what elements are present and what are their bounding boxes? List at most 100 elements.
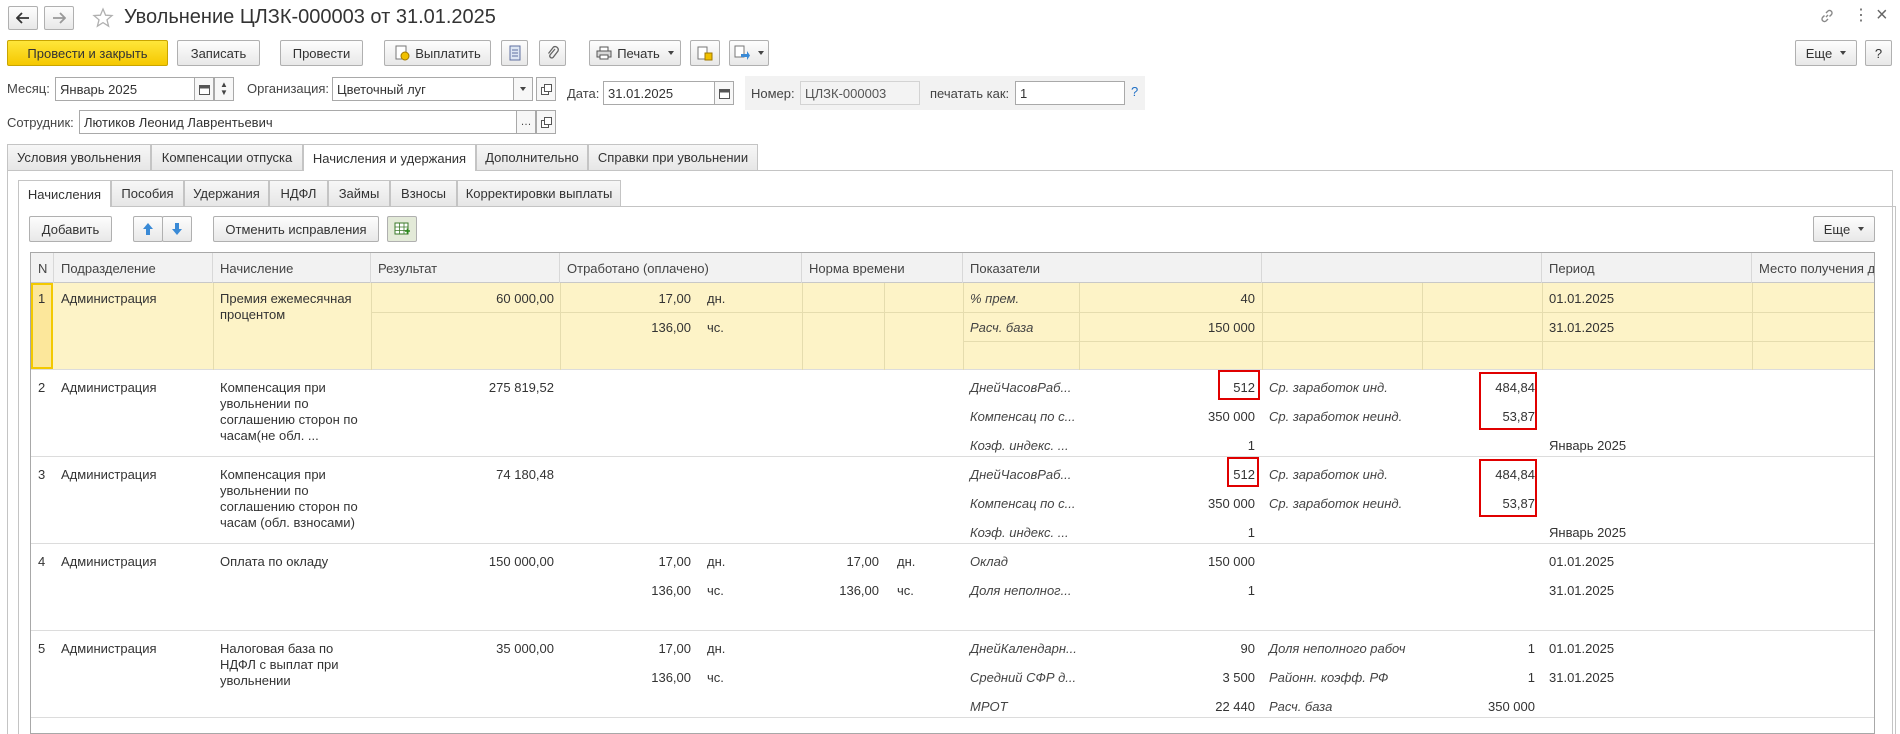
close-icon[interactable]: × [1876, 5, 1888, 25]
post-and-close-button[interactable]: Провести и закрыть [7, 40, 168, 66]
row-result: 60 000,00 [496, 291, 554, 306]
column-header-period[interactable]: Период [1542, 253, 1752, 283]
table-row[interactable]: 3 Администрация Компенсация при увольнен… [31, 457, 1874, 544]
print-button-label: Печать [617, 45, 660, 61]
report-button[interactable] [501, 40, 528, 66]
row-number: 2 [38, 380, 46, 395]
subtab-deductions[interactable]: Удержания [184, 180, 269, 206]
table-row[interactable]: 4 Администрация Оплата по окладу 150 000… [31, 544, 1874, 631]
date-calendar-button[interactable] [714, 81, 734, 105]
print-as-label: печатать как: [930, 86, 1010, 101]
add-button[interactable]: Добавить [29, 216, 112, 242]
organization-dropdown[interactable] [513, 77, 533, 101]
column-header-norm[interactable]: Норма времени [802, 253, 963, 283]
tab-additional[interactable]: Дополнительно [476, 144, 588, 170]
help-button[interactable]: ? [1865, 40, 1892, 66]
tab-vacation-compensation[interactable]: Компенсации отпуска [151, 144, 303, 170]
print-button[interactable]: Печать [589, 40, 681, 66]
document-structure-icon [697, 46, 713, 61]
attach-button[interactable] [539, 40, 566, 66]
favorite-star-icon[interactable] [92, 7, 114, 29]
tab-accruals-deductions[interactable]: Начисления и удержания [303, 144, 476, 171]
organization-field[interactable]: Цветочный луг [332, 77, 514, 101]
tab-dismissal-conditions[interactable]: Условия увольнения [7, 144, 151, 170]
subtab-benefits[interactable]: Пособия [111, 180, 184, 206]
row-period: 01.01.2025 [1549, 554, 1615, 569]
month-field[interactable]: Январь 2025 [55, 77, 195, 101]
row-period: 31.01.2025 [1549, 670, 1615, 685]
calendar-button[interactable] [194, 77, 214, 101]
date-label: Дата: [567, 86, 600, 101]
row-result: 275 819,52 [488, 380, 554, 395]
forward-button[interactable] [44, 6, 74, 30]
subtab-loans[interactable]: Займы [328, 180, 390, 206]
subtab-payment-corrections[interactable]: Корректировки выплаты [457, 180, 621, 206]
move-down-button[interactable] [162, 216, 192, 242]
column-header-result[interactable]: Результат [371, 253, 560, 283]
column-header-accrual[interactable]: Начисление [213, 253, 371, 283]
table-row[interactable]: 2 Администрация Компенсация при увольнен… [31, 370, 1874, 457]
row-period: 31.01.2025 [1549, 320, 1615, 335]
highlight-box [1227, 457, 1259, 487]
row-indicator-value: 350 000 [1488, 699, 1535, 714]
row-worked-unit: чс. [707, 670, 724, 685]
column-header-indicators[interactable]: Показатели [963, 253, 1262, 283]
organization-open-button[interactable] [536, 77, 556, 101]
row-norm-unit: дн. [897, 554, 916, 569]
column-header-department[interactable]: Подразделение [54, 253, 213, 283]
column-header-indicators-2[interactable] [1262, 253, 1542, 283]
row-worked-unit: дн. [707, 554, 726, 569]
move-up-button[interactable] [133, 216, 163, 242]
post-button[interactable]: Провести [280, 40, 363, 66]
employee-field[interactable]: Лютиков Леонид Лаврентьевич [79, 110, 517, 134]
row-worked-unit: чс. [707, 320, 724, 335]
help-hint-icon[interactable]: ? [1131, 84, 1138, 99]
more-button[interactable]: Еще [1795, 40, 1857, 66]
row-period: 01.01.2025 [1549, 291, 1615, 306]
row-indicator-name: Районн. коэфф. РФ [1269, 670, 1389, 685]
cancel-corrections-button[interactable]: Отменить исправления [213, 216, 379, 242]
row-number: 1 [38, 291, 46, 306]
open-icon [540, 116, 552, 128]
save-button[interactable]: Записать [177, 40, 260, 66]
row-norm-value: 17,00 [846, 554, 879, 569]
table-more-button[interactable]: Еще [1813, 216, 1875, 242]
date-field[interactable]: 31.01.2025 [603, 81, 715, 105]
employee-label: Сотрудник: [7, 115, 74, 130]
subtab-ndfl[interactable]: НДФЛ [269, 180, 328, 206]
table-add-icon [394, 222, 410, 235]
print-as-field[interactable]: 1 [1015, 81, 1125, 105]
row-indicator-value: 1 [1527, 641, 1535, 656]
accruals-table[interactable]: N Подразделение Начисление Результат Отр… [30, 252, 1875, 734]
tab-dismissal-certificates[interactable]: Справки при увольнении [588, 144, 758, 170]
subtab-contributions[interactable]: Взносы [390, 180, 457, 206]
table-row[interactable]: 1 Администрация Премия ежемесячная проце… [31, 283, 1874, 370]
table-settings-button[interactable] [387, 216, 417, 242]
row-department: Администрация [61, 380, 157, 395]
employee-open-button[interactable] [536, 110, 556, 134]
row-indicator-name: Расч. база [970, 320, 1034, 335]
back-button[interactable] [8, 6, 38, 30]
row-indicator-value: 1 [1527, 670, 1535, 685]
pay-button[interactable]: Выплатить [384, 40, 491, 66]
row-indicator-name: Расч. база [1269, 699, 1333, 714]
row-indicator-value: 1 [1247, 438, 1255, 453]
column-header-worked[interactable]: Отработано (оплачено) [560, 253, 802, 283]
arrow-left-icon [16, 12, 29, 24]
window-title: Увольнение ЦЛЗК-000003 от 31.01.2025 [124, 6, 496, 28]
row-period: 31.01.2025 [1549, 583, 1615, 598]
number-field[interactable]: ЦЛЗК-000003 [800, 81, 920, 105]
create-based-on-button[interactable] [729, 40, 769, 66]
table-row[interactable]: 5 Администрация Налоговая база по НДФЛ с… [31, 631, 1874, 718]
column-header-n[interactable]: N [31, 253, 54, 283]
row-indicator-name: ДнейКалендарн... [970, 641, 1077, 656]
column-header-place[interactable]: Место получения д [1752, 253, 1874, 283]
link-icon[interactable] [1819, 8, 1835, 24]
employee-select-button[interactable]: … [516, 110, 536, 134]
month-stepper[interactable]: ▲ ▼ [214, 77, 234, 101]
subtab-accruals[interactable]: Начисления [18, 180, 111, 207]
row-department: Администрация [61, 554, 157, 569]
more-vertical-icon[interactable]: ⋮ [1853, 8, 1869, 24]
structure-button[interactable] [690, 40, 720, 66]
highlight-box [1218, 370, 1260, 400]
